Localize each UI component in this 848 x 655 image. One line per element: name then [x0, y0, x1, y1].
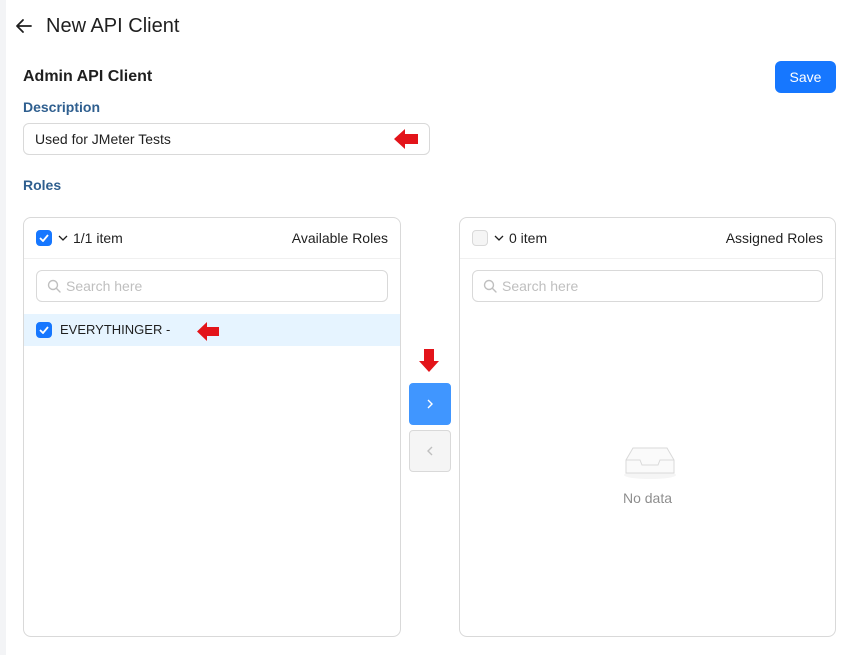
chevron-right-icon [427, 399, 433, 409]
roles-label: Roles [23, 177, 62, 193]
chevron-down-icon[interactable] [494, 233, 504, 243]
empty-inbox-icon [624, 447, 676, 479]
role-item-checkbox[interactable] [36, 322, 52, 338]
check-icon [39, 326, 49, 334]
assigned-count: 0 item [509, 230, 548, 246]
check-icon [39, 234, 49, 242]
page-title: New API Client [46, 15, 180, 37]
search-icon [47, 279, 61, 293]
annotation-arrow-down-icon [419, 349, 439, 372]
role-item-label: EVERYTHINGER - [60, 322, 171, 337]
client-name-heading: Admin API Client [23, 68, 153, 85]
select-all-assigned-checkbox[interactable] [472, 230, 488, 246]
annotation-arrow-left-icon [394, 129, 418, 149]
annotation-arrow-left-icon [197, 322, 219, 341]
assigned-search-input[interactable] [502, 271, 814, 301]
search-icon [483, 279, 497, 293]
description-label: Description [23, 99, 101, 115]
available-search-input[interactable] [66, 271, 379, 301]
left-edge-strip [0, 0, 6, 655]
chevron-down-icon[interactable] [58, 233, 68, 243]
move-to-assigned-button[interactable] [409, 383, 451, 425]
chevron-left-icon [427, 446, 433, 456]
assigned-roles-title: Assigned Roles [725, 230, 823, 246]
available-roles-title: Available Roles [291, 230, 388, 246]
available-roles-header: 1/1 item Available Roles [24, 218, 400, 259]
assigned-roles-panel: 0 item Assigned Roles No data [459, 217, 836, 637]
assigned-roles-header: 0 item Assigned Roles [460, 218, 835, 259]
save-button[interactable]: Save [775, 61, 836, 93]
empty-text: No data [622, 490, 673, 506]
back-arrow-icon[interactable] [14, 16, 34, 36]
available-search[interactable] [36, 270, 388, 302]
description-input[interactable] [23, 123, 430, 155]
move-to-available-button[interactable] [409, 430, 451, 472]
available-count: 1/1 item [73, 230, 123, 246]
assigned-search[interactable] [472, 270, 823, 302]
available-roles-panel: 1/1 item Available Roles EVERYTHINGER - [23, 217, 401, 637]
select-all-available-checkbox[interactable] [36, 230, 52, 246]
